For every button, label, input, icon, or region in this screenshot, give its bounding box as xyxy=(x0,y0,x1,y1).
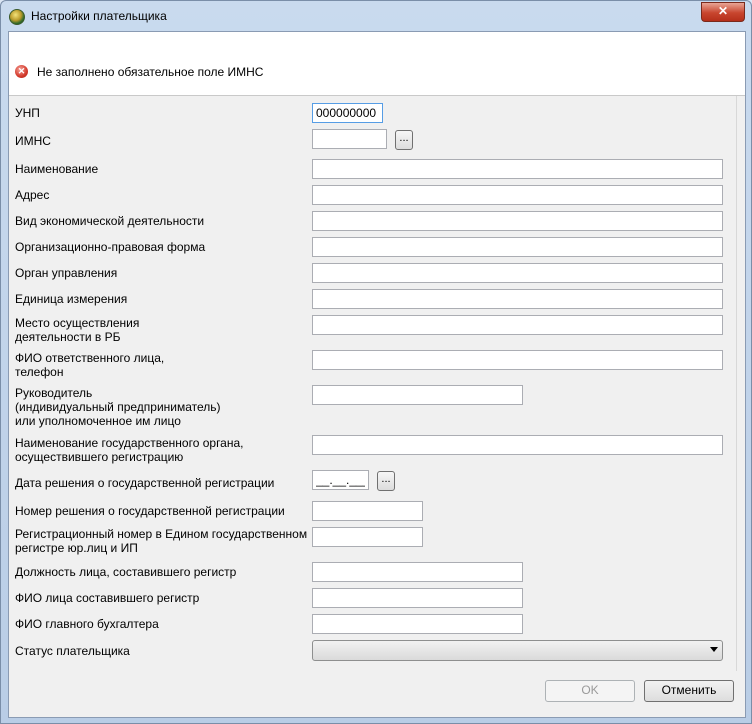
address-input[interactable] xyxy=(312,185,723,205)
reg-decision-label: Номер решения о государственной регистра… xyxy=(15,504,285,518)
unp-label: УНП xyxy=(15,106,40,120)
responsible-label: ФИО ответственного лица, телефон xyxy=(15,351,164,379)
reg-number-label-line2: регистре юр.лиц и ИП xyxy=(15,541,138,555)
validation-message: Не заполнено обязательное поле ИМНС xyxy=(37,65,264,79)
name-label: Наименование xyxy=(15,162,99,176)
close-button[interactable]: ✕ xyxy=(701,2,745,22)
head-label-line3: или уполномоченное им лицо xyxy=(15,414,181,428)
unit-label: Единица измерения xyxy=(15,292,128,306)
status-label: Статус плательщика xyxy=(15,644,130,658)
dialog-content: ✕ Не заполнено обязательное поле ИМНС УН… xyxy=(8,31,746,718)
reg-date-label: Дата решения о государственной регистрац… xyxy=(15,476,275,490)
accountant-input[interactable] xyxy=(312,614,523,634)
error-icon: ✕ xyxy=(15,65,28,78)
cancel-button[interactable]: Отменить xyxy=(644,680,734,702)
responsible-input[interactable] xyxy=(312,350,723,370)
reg-body-label: Наименование государственного органа, ос… xyxy=(15,436,244,464)
place-label-line2: деятельности в РБ xyxy=(15,330,121,344)
reg-number-input[interactable] xyxy=(312,527,423,547)
legal-form-label: Организационно-правовая форма xyxy=(15,240,206,254)
head-input[interactable] xyxy=(312,385,523,405)
chevron-down-icon xyxy=(710,647,718,652)
place-label: Место осуществления деятельности в РБ xyxy=(15,316,139,344)
reg-body-label-line1: Наименование государственного органа, xyxy=(15,436,244,450)
imns-label: ИМНС xyxy=(15,134,51,148)
payer-form: УНП ИМНС ... Наименование Адрес Вид экон… xyxy=(9,96,743,671)
form-scroll-edge xyxy=(736,96,743,671)
activity-label: Вид экономической деятельности xyxy=(15,214,205,228)
imns-browse-button[interactable]: ... xyxy=(395,130,413,150)
registrar-name-input[interactable] xyxy=(312,588,523,608)
dialog-window: Настройки плательщика ✕ ✕ Не заполнено о… xyxy=(0,0,752,724)
authority-input[interactable] xyxy=(312,263,723,283)
reg-decision-input[interactable] xyxy=(312,501,423,521)
responsible-label-line1: ФИО ответственного лица, xyxy=(15,351,165,365)
authority-label: Орган управления xyxy=(15,266,118,280)
window-title: Настройки плательщика xyxy=(31,9,167,23)
ok-button[interactable]: OK xyxy=(545,680,635,702)
registrar-name-label: ФИО лица составившего регистр xyxy=(15,591,200,605)
place-input[interactable] xyxy=(312,315,723,335)
place-label-line1: Место осуществления xyxy=(15,316,140,330)
reg-body-label-line2: осуществившего регистрацию xyxy=(15,450,184,464)
app-emblem-icon xyxy=(9,9,25,25)
registrar-position-label: Должность лица, составившего регистр xyxy=(15,565,237,579)
status-select[interactable] xyxy=(312,640,723,661)
head-label-line2: (индивидуальный предприниматель) xyxy=(15,400,221,414)
validation-panel: ✕ Не заполнено обязательное поле ИМНС xyxy=(9,32,745,96)
reg-date-input[interactable] xyxy=(312,470,369,490)
reg-number-label: Регистрационный номер в Едином государст… xyxy=(15,527,307,555)
imns-input[interactable] xyxy=(312,129,387,149)
head-label-line1: Руководитель xyxy=(15,386,93,400)
responsible-label-line2: телефон xyxy=(15,365,64,379)
accountant-label: ФИО главного бухгалтера xyxy=(15,617,159,631)
name-input[interactable] xyxy=(312,159,723,179)
reg-body-input[interactable] xyxy=(312,435,723,455)
reg-number-label-line1: Регистрационный номер в Едином государст… xyxy=(15,527,308,541)
address-label: Адрес xyxy=(15,188,50,202)
unp-input[interactable] xyxy=(312,103,383,123)
reg-date-picker-button[interactable]: ... xyxy=(377,471,395,491)
legal-form-input[interactable] xyxy=(312,237,723,257)
registrar-position-input[interactable] xyxy=(312,562,523,582)
head-label: Руководитель (индивидуальный предпринима… xyxy=(15,386,221,428)
title-bar[interactable]: Настройки плательщика ✕ xyxy=(1,1,751,31)
activity-input[interactable] xyxy=(312,211,723,231)
unit-input[interactable] xyxy=(312,289,723,309)
